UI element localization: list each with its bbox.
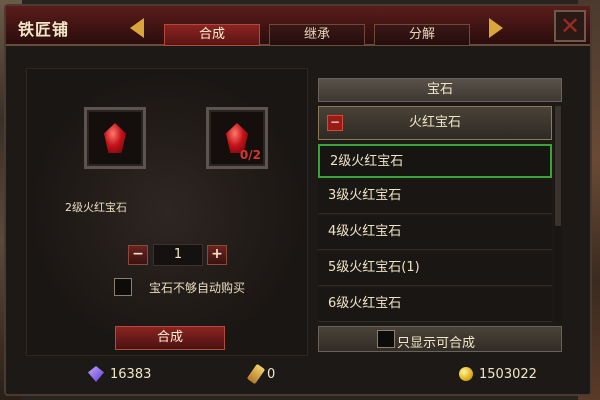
tab-decompose[interactable]: 分解 xyxy=(374,24,470,46)
prev-tab-arrow-icon[interactable] xyxy=(130,18,144,38)
diamond-icon xyxy=(88,366,104,382)
list-item[interactable]: 5级火红宝石(1) xyxy=(318,252,552,286)
quantity-stepper: − 1 + xyxy=(128,244,228,266)
auto-buy-checkbox[interactable] xyxy=(114,278,132,296)
currency-diamond: 16383 xyxy=(88,362,151,386)
gold-coin-icon xyxy=(459,367,473,381)
list-item[interactable]: 2级火红宝石 xyxy=(318,144,552,178)
currency-bar: 16383 0 1503022 xyxy=(26,358,586,390)
craftable-only-checkbox[interactable] xyxy=(377,330,395,348)
blacksmith-window: 铁匠铺 合成 继承 分解 ✕ 0/2 2级火红宝石 − 1 + 宝石不够自动购买… xyxy=(4,4,592,396)
next-tab-arrow-icon[interactable] xyxy=(489,18,503,38)
filter-bar: 只显示可合成 xyxy=(318,326,562,352)
craft-panel: 0/2 2级火红宝石 − 1 + 宝石不够自动购买 合成 xyxy=(26,68,308,356)
gold-amount: 1503022 xyxy=(479,366,537,382)
scroll-thumb[interactable] xyxy=(555,106,561,226)
quantity-field[interactable]: 1 xyxy=(153,244,203,266)
source-gem-slot[interactable] xyxy=(84,107,146,169)
close-button[interactable]: ✕ xyxy=(554,10,586,42)
list-item[interactable]: 4级火红宝石 xyxy=(318,216,552,250)
tab-inherit[interactable]: 继承 xyxy=(269,24,365,46)
list-category-red-gem[interactable]: − 火红宝石 xyxy=(318,106,552,140)
list-header: 宝石 xyxy=(318,78,562,102)
scroll-icon xyxy=(246,363,266,385)
source-gem-name: 2级火红宝石 xyxy=(65,201,127,214)
material-gem-slot[interactable]: 0/2 xyxy=(206,107,268,169)
decrease-button[interactable]: − xyxy=(128,245,148,265)
diamond-amount: 16383 xyxy=(110,366,152,382)
list-item[interactable]: 3级火红宝石 xyxy=(318,180,552,214)
red-gem-icon xyxy=(104,123,126,153)
material-count: 0/2 xyxy=(239,148,261,162)
list-scrollbar[interactable] xyxy=(554,106,562,322)
craft-button[interactable]: 合成 xyxy=(115,326,225,350)
window-title: 铁匠铺 xyxy=(18,20,70,39)
window-header: 铁匠铺 合成 继承 分解 ✕ xyxy=(6,6,590,46)
tab-synthesize[interactable]: 合成 xyxy=(164,24,260,46)
category-label: 火红宝石 xyxy=(408,115,461,130)
close-icon: ✕ xyxy=(559,12,581,40)
collapse-icon[interactable]: − xyxy=(327,115,343,131)
list-item[interactable]: 6级火红宝石 xyxy=(318,288,552,322)
currency-scroll: 0 xyxy=(246,362,276,386)
craftable-only-label: 只显示可合成 xyxy=(397,336,476,351)
auto-buy-label: 宝石不够自动购买 xyxy=(149,281,246,295)
currency-gold: 1503022 xyxy=(459,362,537,386)
increase-button[interactable]: + xyxy=(207,245,227,265)
gem-list-panel: 宝石 − 火红宝石 2级火红宝石 3级火红宝石 4级火红宝石 5级火红宝石(1)… xyxy=(318,78,562,352)
scroll-amount: 0 xyxy=(267,366,276,382)
